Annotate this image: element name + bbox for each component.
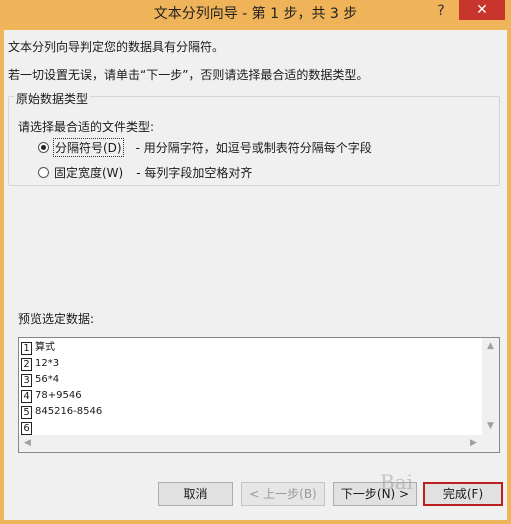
cancel-button[interactable]: 取消 [158,482,233,506]
row-text: 算式 [35,342,55,353]
row-text: 56*4 [35,374,60,385]
back-button[interactable]: < 上一步(B) [241,482,325,506]
help-button[interactable]: ? [428,0,454,22]
radio-label-fixed-width[interactable]: 固定宽度(W) [53,164,124,181]
file-type-prompt: 请选择最合适的文件类型: [18,120,155,134]
radio-label-delimited[interactable]: 分隔符号(D) [53,137,124,157]
intro-line-1: 文本分列向导判定您的数据具有分隔符。 [8,40,225,54]
row-text: 845216-8546 [35,406,103,417]
scroll-down-icon[interactable]: ▼ [482,418,499,435]
scroll-right-icon[interactable]: ▶ [465,435,482,452]
title-bar[interactable]: 文本分列向导 - 第 1 步，共 3 步 ? ✕ [0,0,511,24]
row-number: 3 [21,374,32,387]
horizontal-scrollbar[interactable]: ◀ ▶ [19,435,482,452]
row-number: 4 [21,390,32,403]
radio-button-fixed-width[interactable] [38,166,49,178]
watermark-logo: Bai [380,470,414,494]
radio-button-delimited[interactable] [38,141,49,153]
row-number: 2 [21,358,32,371]
scrollbar-corner [482,435,499,452]
vertical-scrollbar[interactable]: ▲ ▼ [482,338,499,435]
row-text: 12*3 [35,358,60,369]
scroll-left-icon[interactable]: ◀ [19,435,36,452]
dialog-body: 文本分列向导判定您的数据具有分隔符。 若一切设置无误，请单击“下一步”，否则请选… [4,30,507,520]
row-number: 1 [21,342,32,355]
radio-delimited[interactable]: 分隔符号(D) - 用分隔字符，如逗号或制表符分隔每个字段 [38,137,372,157]
intro-line-2: 若一切设置无误，请单击“下一步”，否则请选择最合适的数据类型。 [8,68,369,82]
radio-desc-fixed-width: - 每列字段加空格对齐 [136,165,253,180]
radio-desc-delimited: - 用分隔字符，如逗号或制表符分隔每个字段 [135,140,372,155]
preview-label: 预览选定数据: [18,312,95,326]
dialog-window: 文本分列向导 - 第 1 步，共 3 步 ? ✕ 文本分列向导判定您的数据具有分… [0,0,511,524]
groupbox-title: 原始数据类型 [14,90,91,107]
radio-fixed-width[interactable]: 固定宽度(W) - 每列字段加空格对齐 [38,163,252,181]
preview-box[interactable]: 1 算式 2 12*3 3 56*4 4 78+9546 5 845216-85… [18,337,500,453]
finish-button[interactable]: 完成(F) [423,482,503,506]
scroll-up-icon[interactable]: ▲ [482,338,499,355]
row-number: 5 [21,406,32,419]
row-number: 6 [21,422,32,435]
row-text: 78+9546 [35,390,82,401]
close-button[interactable]: ✕ [459,0,505,20]
